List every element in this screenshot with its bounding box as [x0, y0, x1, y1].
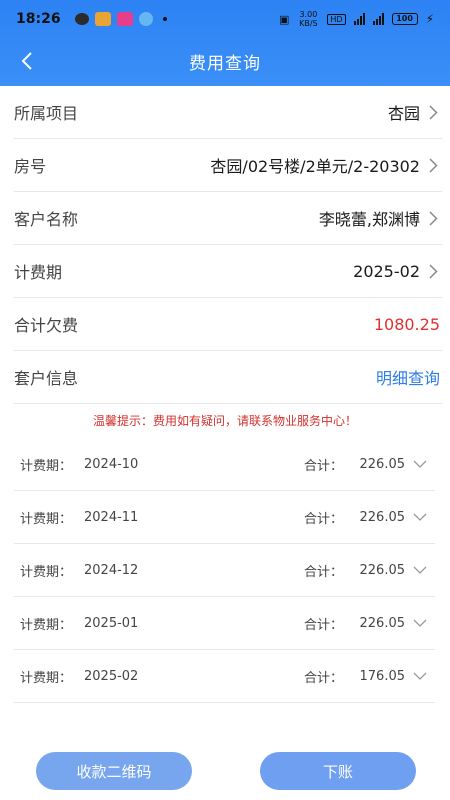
period-row[interactable]: 计费期： 2025-01 合计： 226.05 — [14, 597, 435, 650]
notice-text: 温馨提示：费用如有疑问，请联系物业服务中心！ — [92, 414, 357, 428]
period-row[interactable]: 计费期： 2024-11 合计： 226.05 — [14, 491, 435, 544]
signal-icon-1 — [353, 13, 365, 25]
chevron-down-icon[interactable] — [405, 619, 435, 627]
status-time: 18:26 — [16, 11, 61, 27]
status-indicators: ▣ 3.00 KB/S HD 100 ⚡ — [279, 10, 434, 28]
period-total: 226.05 — [359, 509, 406, 525]
info-row-total-arrears: 合计欠费 1080.25 — [14, 298, 442, 351]
period-list: 计费期： 2024-10 合计： 226.05 计费期： 2024-11 合计：… — [14, 438, 435, 703]
period-label: 计费期： — [20, 458, 73, 474]
page-title: 费用查询 — [189, 53, 261, 74]
info-label: 客户名称 — [14, 210, 79, 229]
period-row[interactable]: 计费期： 2025-02 合计： 176.05 — [14, 650, 435, 703]
fee-info-list: 所属项目 杏园 房号 杏园/02号楼/2单元/2-20302 客户名称 李晓蕾,… — [14, 86, 442, 404]
period-row[interactable]: 计费期： 2024-10 合计： 226.05 — [14, 438, 435, 491]
info-label: 所属项目 — [14, 104, 79, 123]
period-value: 2024-11 — [84, 509, 139, 525]
info-value: 2025-02 — [353, 261, 420, 281]
back-icon[interactable] — [14, 48, 40, 74]
total-arrears-value: 1080.25 — [373, 314, 440, 334]
nfc-icon: ▣ — [278, 12, 290, 26]
info-label: 房号 — [14, 157, 47, 176]
weibo-icon — [94, 12, 111, 26]
detail-query-link[interactable]: 明细查询 — [376, 365, 440, 389]
charging-icon: ⚡ — [425, 12, 434, 26]
info-value: 杏园/02号楼/2单元/2-20302 — [210, 157, 420, 176]
period-total-label: 合计： — [303, 458, 343, 474]
info-label: 计费期 — [14, 263, 63, 282]
period-total: 226.05 — [359, 615, 406, 631]
info-row-customer[interactable]: 客户名称 李晓蕾,郑渊博 — [14, 192, 442, 245]
info-label: 套户信息 — [14, 369, 79, 388]
post-account-button[interactable]: 下账 — [260, 752, 416, 790]
info-row-household: 套户信息 明细查询 — [14, 351, 442, 404]
chevron-right-icon — [426, 156, 440, 174]
chevron-right-icon — [426, 103, 440, 121]
period-total-label: 合计： — [303, 511, 343, 527]
info-value: 杏园 — [387, 104, 420, 123]
nav-bar: 费用查询 — [0, 38, 450, 84]
period-total: 226.05 — [359, 562, 406, 578]
info-row-project[interactable]: 所属项目 杏园 — [14, 86, 442, 139]
chevron-down-icon[interactable] — [405, 460, 435, 468]
period-value: 2024-10 — [84, 456, 139, 472]
period-total-label: 合计： — [303, 670, 343, 686]
period-label: 计费期： — [20, 511, 73, 527]
signal-icon-2 — [372, 13, 384, 25]
chevron-down-icon[interactable] — [405, 672, 435, 680]
network-speed: 3.00 KB/S — [299, 10, 318, 28]
info-row-room[interactable]: 房号 杏园/02号楼/2单元/2-20302 — [14, 139, 442, 192]
period-value: 2025-01 — [84, 615, 139, 631]
chevron-down-icon[interactable] — [405, 513, 435, 521]
info-row-billing-period[interactable]: 计费期 2025-02 — [14, 245, 442, 298]
status-bar: 18:26 ▣ 3.00 KB/S HD 100 ⚡ — [0, 0, 450, 38]
period-row[interactable]: 计费期： 2024-12 合计： 226.05 — [14, 544, 435, 597]
period-label: 计费期： — [20, 564, 73, 580]
period-label: 计费期： — [20, 617, 73, 633]
notification-icons — [74, 12, 167, 26]
hd-badge: HD — [327, 13, 346, 25]
info-value: 李晓蕾,郑渊博 — [318, 210, 420, 229]
chevron-right-icon — [426, 209, 440, 227]
payment-qr-button[interactable]: 收款二维码 — [36, 752, 192, 790]
period-total-label: 合计： — [303, 617, 343, 633]
period-value: 2024-12 — [84, 562, 139, 578]
chevron-down-icon[interactable] — [405, 566, 435, 574]
shopping-app-icon — [116, 12, 133, 26]
period-total: 226.05 — [359, 456, 406, 472]
cloud-app-icon — [138, 12, 153, 26]
period-total-label: 合计： — [303, 564, 343, 580]
period-total: 176.05 — [359, 668, 406, 684]
wechat-icon — [74, 13, 89, 25]
chevron-right-icon — [426, 262, 440, 280]
app-header-background: 18:26 ▣ 3.00 KB/S HD 100 ⚡ 费用查询 — [0, 0, 450, 86]
info-label: 合计欠费 — [14, 316, 79, 335]
more-dot-icon — [162, 17, 167, 21]
period-value: 2025-02 — [84, 668, 139, 684]
period-label: 计费期： — [20, 670, 73, 686]
battery-icon: 100 — [391, 13, 418, 25]
